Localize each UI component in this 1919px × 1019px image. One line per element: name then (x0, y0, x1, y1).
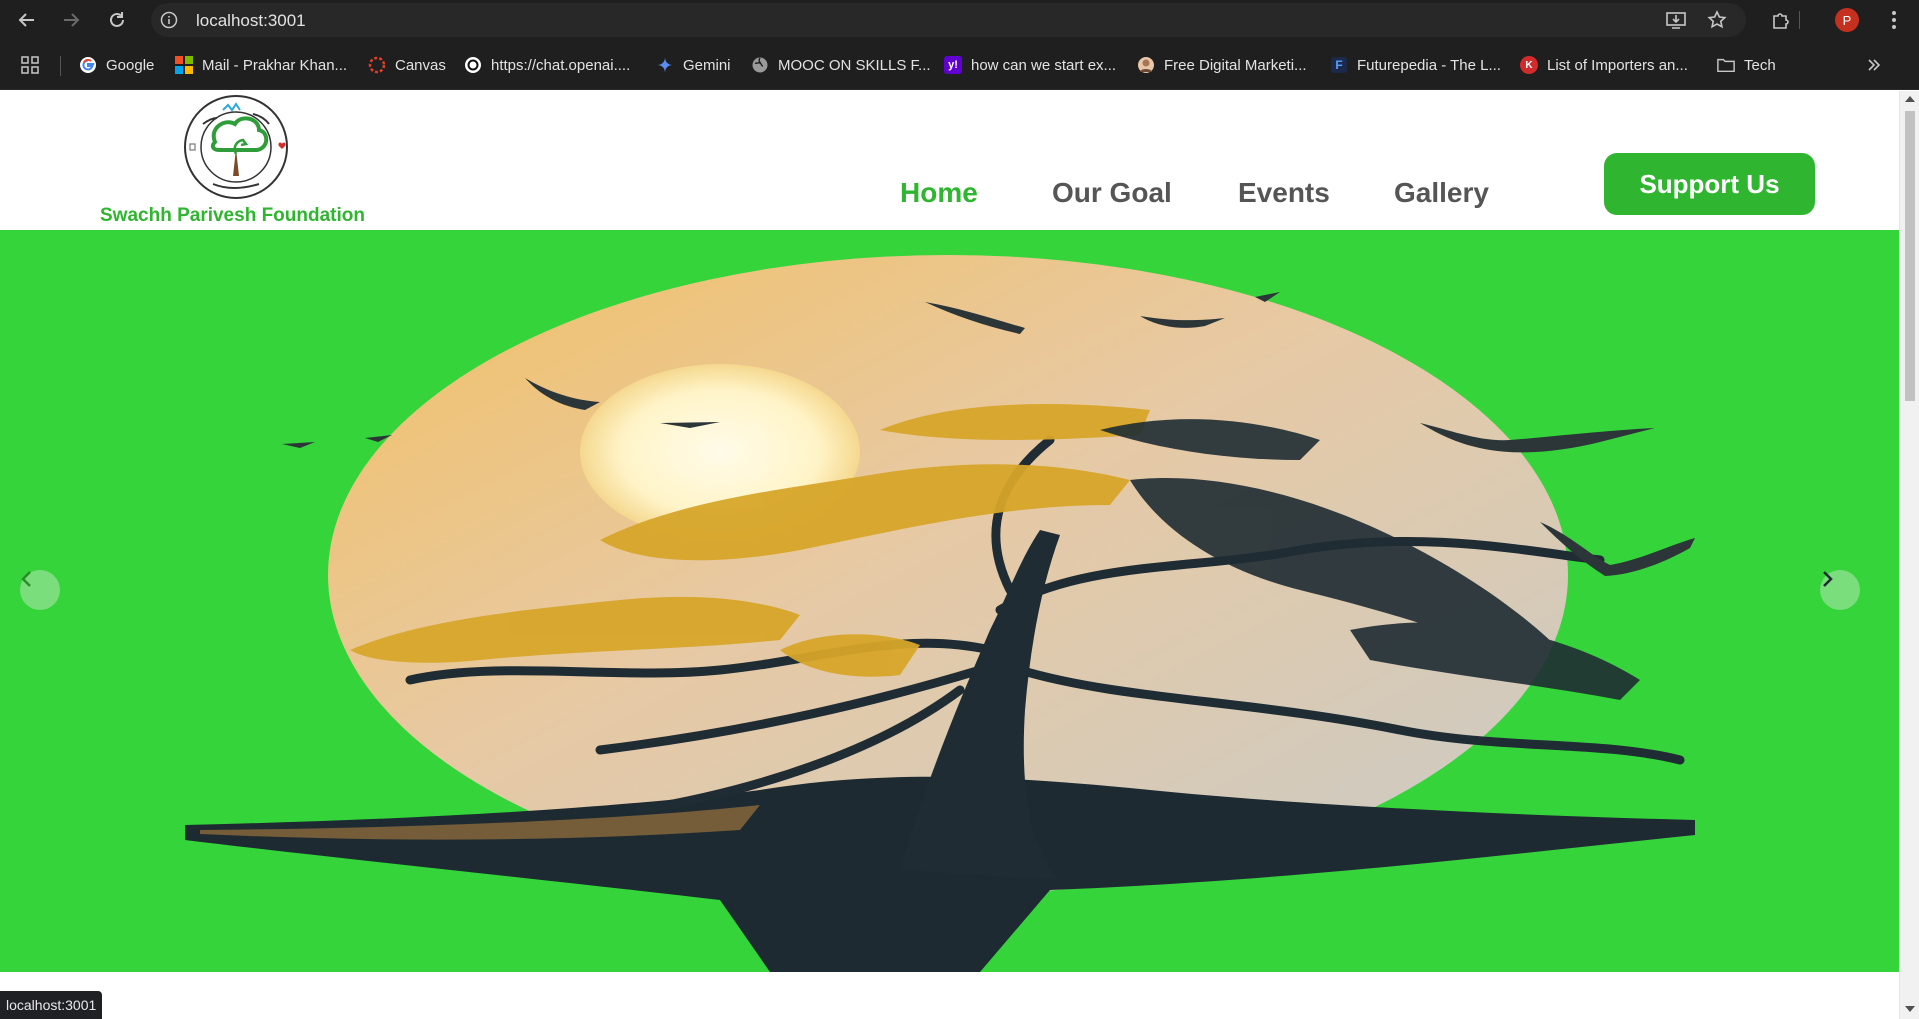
importers-icon: K (1520, 56, 1538, 74)
browser-menu-button[interactable] (1878, 4, 1910, 36)
bookmark-label: Tech (1744, 56, 1776, 74)
futurepedia-icon: F (1330, 56, 1348, 74)
avatar-icon (1137, 56, 1155, 74)
logo-emblem-icon (184, 95, 288, 199)
chevron-right-icon (1823, 571, 1833, 587)
bookmark-digital-marketing[interactable]: Free Digital Marketi... (1137, 54, 1307, 76)
nav-our-goal[interactable]: Our Goal (1052, 177, 1172, 209)
bookmark-chatgpt[interactable]: https://chat.openai.... (464, 54, 630, 76)
install-app-button[interactable] (1663, 9, 1689, 31)
chevron-left-icon (21, 571, 31, 587)
bookmark-mooc[interactable]: MOOC ON SKILLS F... (751, 54, 931, 76)
google-icon (79, 56, 97, 74)
bookmark-gemini[interactable]: Gemini (656, 54, 731, 76)
profile-button[interactable]: P (1831, 4, 1863, 36)
brand-name[interactable]: Swachh Parivesh Foundation (100, 205, 365, 227)
bookmark-label: how can we start ex... (971, 56, 1117, 74)
extensions-button[interactable] (1765, 4, 1797, 36)
forward-arrow-icon (64, 13, 80, 27)
reload-button[interactable] (101, 4, 133, 36)
nav-events[interactable]: Events (1238, 177, 1330, 209)
carousel-prev-button[interactable] (20, 570, 60, 610)
back-button[interactable] (11, 4, 43, 36)
bookmark-label: List of Importers an... (1547, 56, 1688, 74)
star-icon (1707, 10, 1727, 29)
bookmark-folder-tech[interactable]: Tech (1717, 54, 1776, 76)
gemini-icon (656, 56, 674, 74)
bookmarks-divider (60, 56, 61, 76)
page-scrollbar[interactable] (1899, 91, 1919, 1019)
bookmark-google[interactable]: Google (79, 54, 154, 76)
profile-initial: P (1842, 12, 1852, 28)
support-us-button[interactable]: Support Us (1604, 153, 1815, 215)
yahoo-icon: y! (944, 56, 962, 74)
canvas-icon (368, 56, 386, 74)
double-chevron-right-icon (1868, 59, 1881, 71)
scroll-thumb[interactable] (1905, 111, 1915, 401)
bookmark-star-button[interactable] (1704, 9, 1730, 31)
avatar: P (1835, 8, 1859, 32)
puzzle-icon (1773, 13, 1789, 29)
toolbar-divider (1799, 11, 1800, 29)
bookmark-label: Google (106, 56, 155, 74)
bookmark-label: Gemini (683, 56, 731, 74)
page-viewport: Swachh Parivesh Foundation Home Our Goal… (0, 91, 1899, 1019)
folder-icon (1717, 56, 1735, 74)
more-bookmarks-button[interactable] (1866, 54, 1882, 76)
bookmark-mail[interactable]: Mail - Prakhar Khan... (175, 54, 347, 76)
url-text[interactable]: localhost:3001 (196, 11, 306, 31)
browser-toolbar: localhost:3001 P (0, 0, 1919, 40)
nav-home[interactable]: Home (900, 177, 978, 209)
bookmark-label: Free Digital Marketi... (1164, 56, 1307, 74)
site-info-icon[interactable] (160, 11, 178, 29)
microsoft-icon (175, 56, 193, 74)
address-bar[interactable]: localhost:3001 (151, 3, 1746, 37)
openai-icon (464, 56, 482, 74)
bookmark-label: Mail - Prakhar Khan... (202, 56, 348, 74)
bookmark-importers[interactable]: K List of Importers an... (1520, 54, 1688, 76)
scroll-down-arrow-icon[interactable] (1905, 1006, 1915, 1012)
kebab-menu-icon (1892, 11, 1896, 29)
carousel-next-button[interactable] (1820, 570, 1860, 610)
foundation-logo[interactable] (183, 94, 289, 200)
bookmark-label: https://chat.openai.... (491, 56, 631, 74)
apps-grid-icon (21, 56, 39, 74)
hero-slide-image (185, 255, 1695, 972)
bookmarks-bar: Google Mail - Prakhar Khan... Canvas htt… (0, 40, 1919, 90)
bookmark-canvas[interactable]: Canvas (368, 54, 446, 76)
apps-button[interactable] (21, 54, 39, 76)
hero-carousel (0, 230, 1899, 972)
install-icon (1666, 12, 1686, 29)
reload-icon (110, 12, 124, 27)
nav-gallery[interactable]: Gallery (1394, 177, 1489, 209)
bookmark-futurepedia[interactable]: F Futurepedia - The L... (1330, 54, 1501, 76)
site-header: Swachh Parivesh Foundation Home Our Goal… (0, 91, 1899, 230)
link-status-bar: localhost:3001 (0, 991, 103, 1019)
forward-button[interactable] (55, 4, 87, 36)
back-arrow-icon (18, 13, 34, 27)
bookmark-label: Canvas (395, 56, 446, 74)
globe-icon (751, 56, 769, 74)
scroll-up-arrow-icon[interactable] (1905, 96, 1915, 102)
bookmark-label: MOOC ON SKILLS F... (778, 56, 931, 74)
bookmark-yahoo[interactable]: y! how can we start ex... (944, 54, 1116, 76)
bookmark-label: Futurepedia - The L... (1357, 56, 1501, 74)
